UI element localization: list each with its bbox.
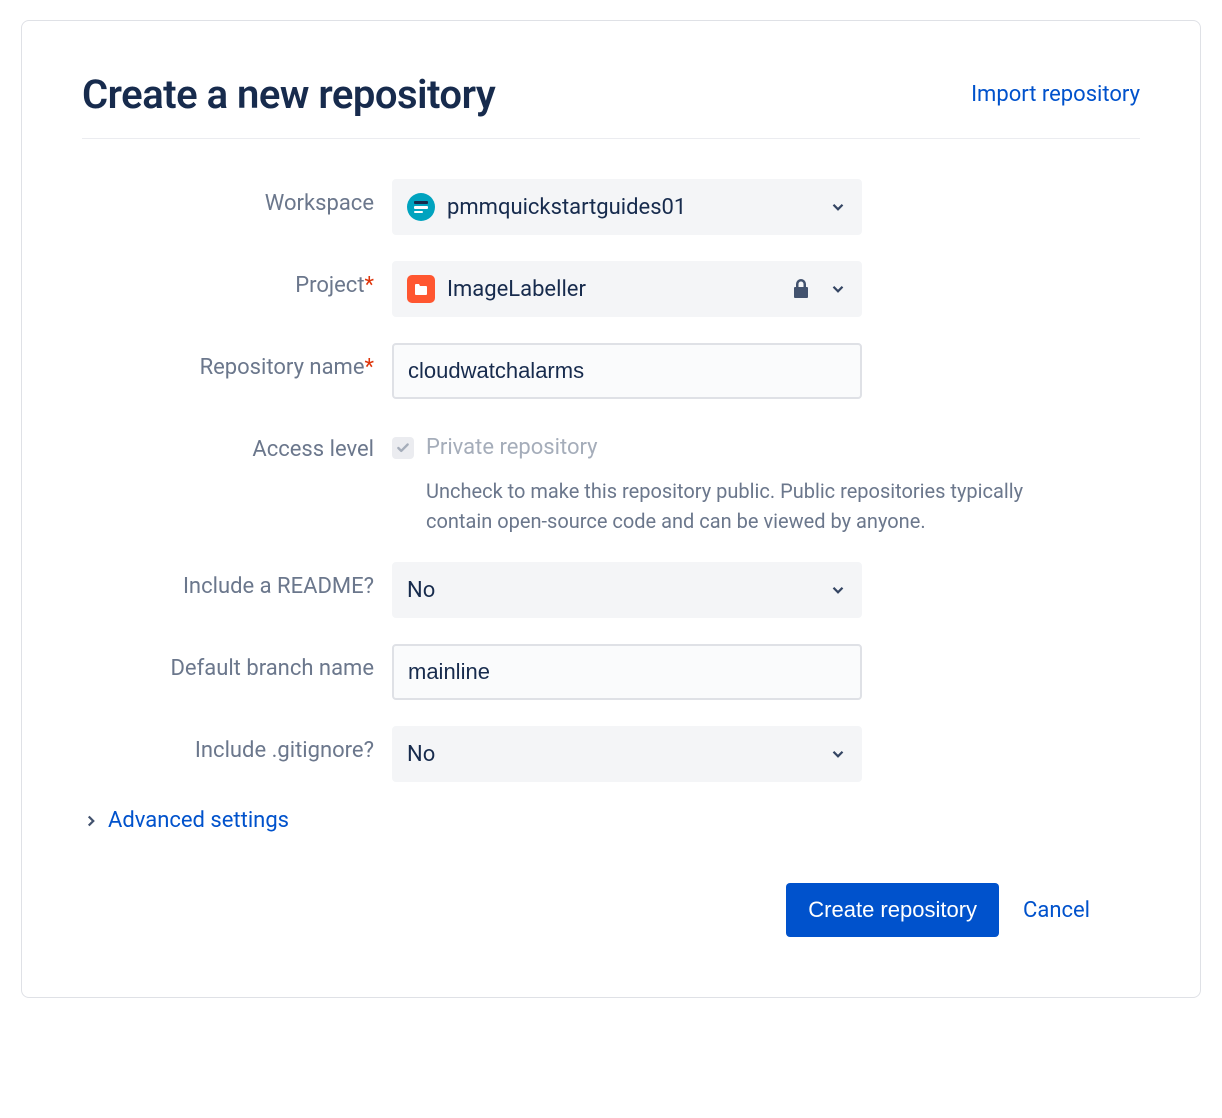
project-row: Project* ImageLabeller: [82, 261, 1140, 317]
repo-name-label: Repository name*: [82, 343, 392, 380]
default-branch-label: Default branch name: [82, 644, 392, 681]
chevron-right-icon: [82, 812, 100, 830]
access-level-label: Access level: [82, 425, 392, 462]
private-repo-label: Private repository: [426, 435, 598, 460]
advanced-settings-toggle[interactable]: Advanced settings: [82, 808, 1140, 833]
create-repo-card: Create a new repository Import repositor…: [21, 20, 1201, 998]
required-asterisk: *: [365, 273, 374, 298]
repo-name-input[interactable]: [392, 343, 862, 399]
workspace-label: Workspace: [82, 179, 392, 216]
check-icon: [396, 441, 410, 455]
chevron-down-icon: [829, 280, 847, 298]
private-repo-checkbox[interactable]: [392, 437, 414, 459]
page-title: Create a new repository: [82, 71, 495, 118]
chevron-down-icon: [829, 198, 847, 216]
gitignore-select[interactable]: No: [392, 726, 862, 782]
project-value: ImageLabeller: [447, 277, 791, 302]
readme-value: No: [407, 578, 829, 603]
gitignore-label: Include .gitignore?: [82, 726, 392, 763]
lock-icon: [791, 278, 811, 300]
workspace-row: Workspace pmmquickstartguides01: [82, 179, 1140, 235]
readme-label: Include a README?: [82, 562, 392, 599]
header: Create a new repository Import repositor…: [82, 71, 1140, 139]
cancel-link[interactable]: Cancel: [1023, 898, 1090, 923]
default-branch-row: Default branch name: [82, 644, 1140, 700]
advanced-settings-label: Advanced settings: [108, 808, 289, 833]
readme-select[interactable]: No: [392, 562, 862, 618]
readme-row: Include a README? No: [82, 562, 1140, 618]
workspace-value: pmmquickstartguides01: [447, 195, 829, 220]
button-row: Create repository Cancel: [82, 883, 1140, 937]
create-repository-button[interactable]: Create repository: [786, 883, 999, 937]
project-label: Project*: [82, 261, 392, 298]
project-select[interactable]: ImageLabeller: [392, 261, 862, 317]
workspace-avatar-icon: [407, 193, 435, 221]
default-branch-input[interactable]: [392, 644, 862, 700]
chevron-down-icon: [829, 745, 847, 763]
required-asterisk: *: [365, 355, 374, 380]
access-level-help: Uncheck to make this repository public. …: [392, 476, 1032, 536]
import-repository-link[interactable]: Import repository: [971, 82, 1140, 107]
workspace-select[interactable]: pmmquickstartguides01: [392, 179, 862, 235]
gitignore-value: No: [407, 742, 829, 767]
repo-name-row: Repository name*: [82, 343, 1140, 399]
chevron-down-icon: [829, 581, 847, 599]
access-level-row: Access level Private repository Uncheck …: [82, 425, 1140, 536]
gitignore-row: Include .gitignore? No: [82, 726, 1140, 782]
project-avatar-icon: [407, 275, 435, 303]
